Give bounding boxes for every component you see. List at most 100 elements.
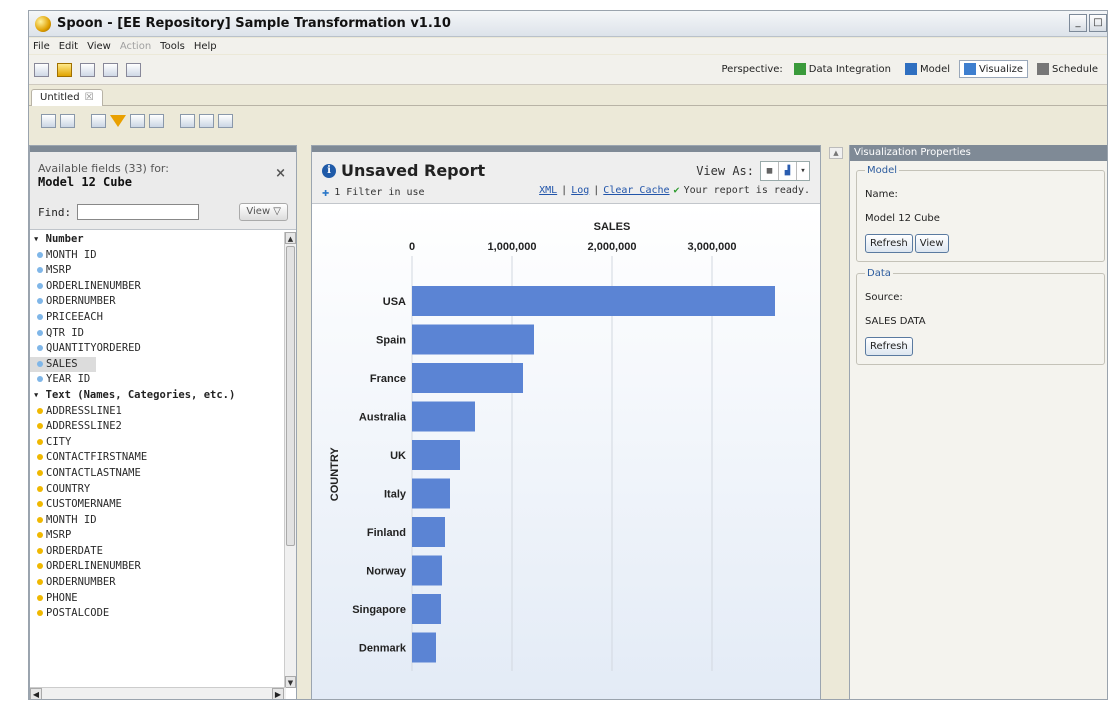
undo-icon[interactable] bbox=[41, 114, 56, 128]
menu-item-help[interactable]: Help bbox=[194, 41, 217, 52]
field-group-header[interactable]: ▾ Text (Names, Categories, etc.) bbox=[30, 388, 286, 404]
menu-item-file[interactable]: File bbox=[33, 41, 50, 52]
chart-options-icon[interactable] bbox=[180, 114, 195, 128]
field-item[interactable]: COUNTRY bbox=[30, 482, 286, 498]
title-bar: Spoon - [EE Repository] Sample Transform… bbox=[29, 11, 1107, 37]
field-item[interactable]: ORDERLINENUMBER bbox=[30, 559, 286, 575]
perspective-data-integration[interactable]: Data Integration bbox=[789, 60, 896, 78]
field-item[interactable]: ADDRESSLINE2 bbox=[30, 419, 286, 435]
perspective-model[interactable]: Model bbox=[900, 60, 955, 78]
perspective-label-text: Schedule bbox=[1052, 63, 1098, 75]
field-label: PHONE bbox=[46, 591, 78, 604]
horizontal-scrollbar[interactable]: ◀ ▶ bbox=[30, 687, 286, 699]
table-view-icon[interactable]: ▦ bbox=[761, 162, 779, 180]
numeric-field-icon bbox=[37, 376, 43, 383]
report-fields-icon[interactable] bbox=[91, 114, 106, 128]
view-as-selector[interactable]: ▦ ▟ ▾ bbox=[760, 161, 810, 181]
view-dropdown[interactable]: View ▽ bbox=[239, 203, 288, 221]
field-item[interactable]: PHONE bbox=[30, 591, 286, 607]
scroll-right-icon[interactable]: ▶ bbox=[272, 688, 284, 699]
new-file-icon[interactable] bbox=[34, 62, 49, 77]
field-item[interactable]: YEAR ID bbox=[30, 372, 286, 388]
tab-close-icon[interactable]: ☒ bbox=[85, 92, 94, 103]
log-link[interactable]: Log bbox=[571, 185, 589, 196]
field-item[interactable]: ORDERLINENUMBER bbox=[30, 279, 286, 295]
x-tick-label: 2,000,000 bbox=[588, 241, 637, 253]
x-tick-label: 1,000,000 bbox=[488, 241, 537, 253]
perspective-schedule[interactable]: Schedule bbox=[1032, 60, 1103, 78]
field-item[interactable]: ORDERNUMBER bbox=[30, 294, 286, 310]
field-item[interactable]: MSRP bbox=[30, 528, 286, 544]
perspective-label: Perspective: bbox=[721, 63, 783, 75]
category-label: Singapore bbox=[352, 604, 406, 616]
menu-item-tools[interactable]: Tools bbox=[160, 41, 185, 52]
field-item[interactable]: POSTALCODE bbox=[30, 606, 286, 622]
filter-icon[interactable] bbox=[110, 115, 126, 127]
field-item[interactable]: ORDERNUMBER bbox=[30, 575, 286, 591]
menu-item-edit[interactable]: Edit bbox=[59, 41, 78, 52]
scroll-up-icon[interactable]: ▲ bbox=[285, 232, 296, 244]
menu-item-view[interactable]: View bbox=[87, 41, 111, 52]
field-item[interactable]: MONTH ID bbox=[30, 513, 286, 529]
field-label: CITY bbox=[46, 435, 72, 448]
field-item[interactable]: ORDERDATE bbox=[30, 544, 286, 560]
redo-icon[interactable] bbox=[60, 114, 75, 128]
maximize-button[interactable]: □ bbox=[1089, 14, 1107, 32]
add-filter-icon[interactable]: ✚ bbox=[322, 185, 329, 199]
field-item[interactable]: CITY bbox=[30, 435, 286, 451]
field-item[interactable]: MSRP bbox=[30, 263, 286, 279]
xml-link[interactable]: XML bbox=[539, 185, 557, 196]
minimize-button[interactable]: _ bbox=[1069, 14, 1087, 32]
field-item[interactable]: ADDRESSLINE1 bbox=[30, 404, 286, 420]
explore-repository-icon[interactable] bbox=[126, 62, 141, 77]
field-label: QUANTITYORDERED bbox=[46, 342, 141, 355]
find-label: Find: bbox=[38, 205, 72, 219]
collapse-panel-icon[interactable]: ▲ bbox=[829, 147, 843, 159]
tab-untitled[interactable]: Untitled ☒ bbox=[31, 89, 103, 106]
category-label: France bbox=[370, 373, 406, 385]
swap-axes-icon[interactable] bbox=[199, 114, 214, 128]
spoon-window: Spoon - [EE Repository] Sample Transform… bbox=[28, 10, 1108, 700]
sort-icon[interactable] bbox=[218, 114, 233, 128]
clear-cache-link[interactable]: Clear Cache bbox=[603, 185, 669, 196]
field-label: ORDERDATE bbox=[46, 544, 103, 557]
field-item[interactable]: CUSTOMERNAME bbox=[30, 497, 286, 513]
field-group-header[interactable]: ▾ Number bbox=[30, 232, 286, 248]
category-label: USA bbox=[383, 296, 406, 308]
save-as-icon[interactable] bbox=[103, 62, 118, 77]
field-item[interactable]: CONTACTFIRSTNAME bbox=[30, 450, 286, 466]
field-item[interactable]: QUANTITYORDERED bbox=[30, 341, 286, 357]
scroll-left-icon[interactable]: ◀ bbox=[30, 688, 42, 699]
close-panel-icon[interactable]: × bbox=[275, 166, 286, 181]
model-group: Model Name: Model 12 Cube Refresh View bbox=[856, 165, 1105, 262]
chevron-down-icon[interactable]: ▾ bbox=[797, 162, 809, 180]
tab-label: Untitled bbox=[40, 92, 80, 103]
category-label: Norway bbox=[366, 566, 407, 578]
open-folder-icon[interactable] bbox=[57, 62, 72, 77]
scroll-thumb[interactable] bbox=[286, 246, 295, 546]
filter-count[interactable]: 1 Filter in use bbox=[334, 187, 424, 198]
report-header: i Unsaved Report View As: ▦ ▟ ▾ ✚ 1 Filt… bbox=[312, 152, 820, 204]
chart-view-icon[interactable]: ▟ bbox=[779, 162, 797, 180]
field-list-scrollbar[interactable]: ▲ ▼ bbox=[284, 232, 296, 688]
field-item[interactable]: MONTH ID bbox=[30, 248, 286, 264]
bar bbox=[412, 517, 445, 547]
scroll-down-icon[interactable]: ▼ bbox=[285, 676, 296, 688]
save-icon[interactable] bbox=[80, 62, 95, 77]
field-item[interactable]: CONTACTLASTNAME bbox=[30, 466, 286, 482]
editor-tab-strip: Untitled ☒ bbox=[29, 86, 1107, 106]
field-item[interactable]: SALES bbox=[30, 356, 96, 373]
text-field-icon bbox=[37, 469, 43, 476]
find-input[interactable] bbox=[77, 204, 200, 220]
properties-icon[interactable] bbox=[149, 114, 164, 128]
field-item[interactable]: QTR ID bbox=[30, 326, 286, 342]
refresh-model-button[interactable]: Refresh bbox=[865, 234, 913, 253]
refresh-data-button[interactable]: Refresh bbox=[865, 337, 913, 356]
view-model-button[interactable]: View bbox=[914, 234, 949, 253]
field-item[interactable]: PRICEEACH bbox=[30, 310, 286, 326]
window-title: Spoon - [EE Repository] Sample Transform… bbox=[57, 16, 451, 31]
perspective-visualize[interactable]: Visualize bbox=[959, 60, 1029, 78]
info-icon[interactable]: i bbox=[322, 163, 336, 178]
layout-icon[interactable] bbox=[130, 114, 145, 128]
field-label: ADDRESSLINE1 bbox=[46, 404, 122, 417]
